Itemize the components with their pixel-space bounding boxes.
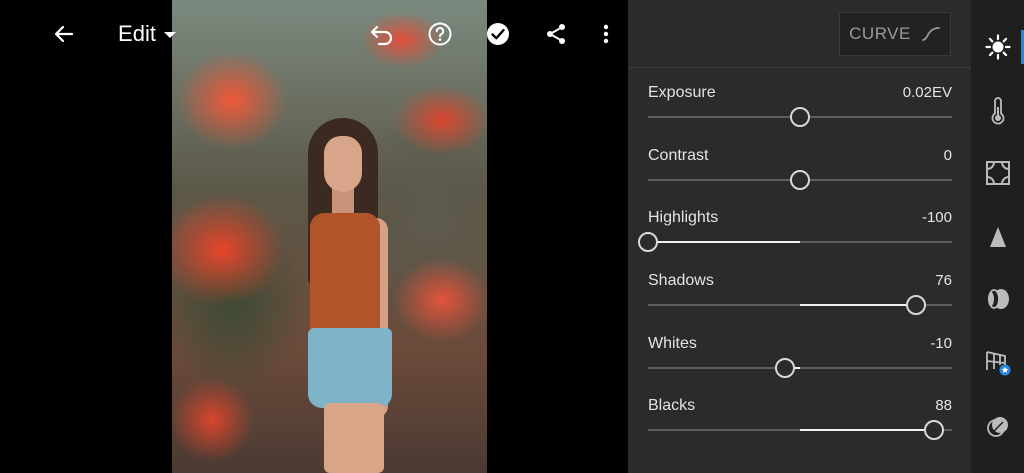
rail-item-optics[interactable] xyxy=(971,274,1024,324)
slider-label: Highlights xyxy=(648,209,719,226)
optics-lens-icon xyxy=(987,289,1009,309)
slider-blacks: Blacks 88 xyxy=(648,397,952,447)
photo-subject xyxy=(290,118,400,473)
curve-icon xyxy=(921,27,940,41)
rail-item-masking[interactable] xyxy=(971,402,1024,452)
slider-fill xyxy=(800,429,934,431)
slider-label: Shadows xyxy=(648,272,714,289)
slider-knob[interactable] xyxy=(790,170,810,190)
slider-contrast: Contrast 0 xyxy=(648,147,952,197)
geometry-icon xyxy=(985,351,1010,376)
slider-label: Exposure xyxy=(648,84,716,101)
undo-button[interactable] xyxy=(366,18,398,50)
arrow-left-icon xyxy=(54,25,74,43)
rail-item-color[interactable] xyxy=(971,86,1024,136)
slider-value[interactable]: 0.02EV xyxy=(903,84,952,101)
slider-whites: Whites -10 xyxy=(648,335,952,385)
slider-value[interactable]: 0 xyxy=(944,147,952,164)
rail-item-detail[interactable] xyxy=(971,212,1024,262)
help-icon xyxy=(428,22,452,46)
rail-item-geometry[interactable] xyxy=(971,338,1024,388)
slider-label: Whites xyxy=(648,335,697,352)
slider-highlights: Highlights -100 xyxy=(638,209,952,259)
slider-track[interactable] xyxy=(648,367,952,369)
slider-knob[interactable] xyxy=(923,420,944,440)
slider-knob[interactable] xyxy=(774,358,795,378)
curve-label: CURVE xyxy=(849,24,911,43)
slider-value[interactable]: 88 xyxy=(935,397,952,414)
caret-down-icon xyxy=(163,32,176,38)
slider-value[interactable]: 76 xyxy=(935,272,952,289)
slider-knob[interactable] xyxy=(905,295,926,315)
back-button[interactable] xyxy=(48,18,80,50)
photo-canvas[interactable] xyxy=(0,0,628,473)
panel-header: CURVE xyxy=(628,0,971,68)
checkmark-icon xyxy=(487,23,509,45)
curve-button[interactable]: CURVE xyxy=(839,12,951,56)
masking-icon xyxy=(986,417,1008,437)
slider-value[interactable]: -10 xyxy=(930,335,952,352)
light-icon xyxy=(984,34,1011,60)
help-button[interactable] xyxy=(424,18,456,50)
edit-mode-label: Edit xyxy=(118,21,156,46)
top-toolbar: Edit xyxy=(0,0,628,68)
rail-item-light[interactable] xyxy=(971,22,1024,72)
more-options-button[interactable] xyxy=(590,18,622,50)
photo-image[interactable] xyxy=(172,0,487,473)
slider-knob[interactable] xyxy=(638,232,658,252)
more-vertical-icon xyxy=(603,24,609,44)
undo-icon xyxy=(370,25,393,46)
edit-mode-dropdown[interactable]: Edit xyxy=(112,18,182,50)
color-temperature-icon xyxy=(991,97,1004,125)
slider-fill xyxy=(648,241,800,243)
effects-vignette-icon xyxy=(985,161,1010,185)
slider-fill xyxy=(800,304,916,306)
share-icon xyxy=(547,24,565,44)
light-adjustments-panel: CURVE Exposure 0.02EV Contrast 0 Highlig… xyxy=(628,0,971,473)
detail-icon xyxy=(989,227,1006,247)
slider-label: Blacks xyxy=(648,397,696,414)
done-button[interactable] xyxy=(482,18,514,50)
slider-shadows: Shadows 76 xyxy=(648,272,952,322)
slider-label: Contrast xyxy=(648,147,709,164)
slider-value[interactable]: -100 xyxy=(922,209,952,226)
share-button[interactable] xyxy=(540,18,572,50)
tool-rail xyxy=(971,0,1024,473)
slider-knob[interactable] xyxy=(790,107,810,127)
slider-exposure: Exposure 0.02EV xyxy=(648,84,952,134)
rail-item-effects[interactable] xyxy=(971,148,1024,198)
